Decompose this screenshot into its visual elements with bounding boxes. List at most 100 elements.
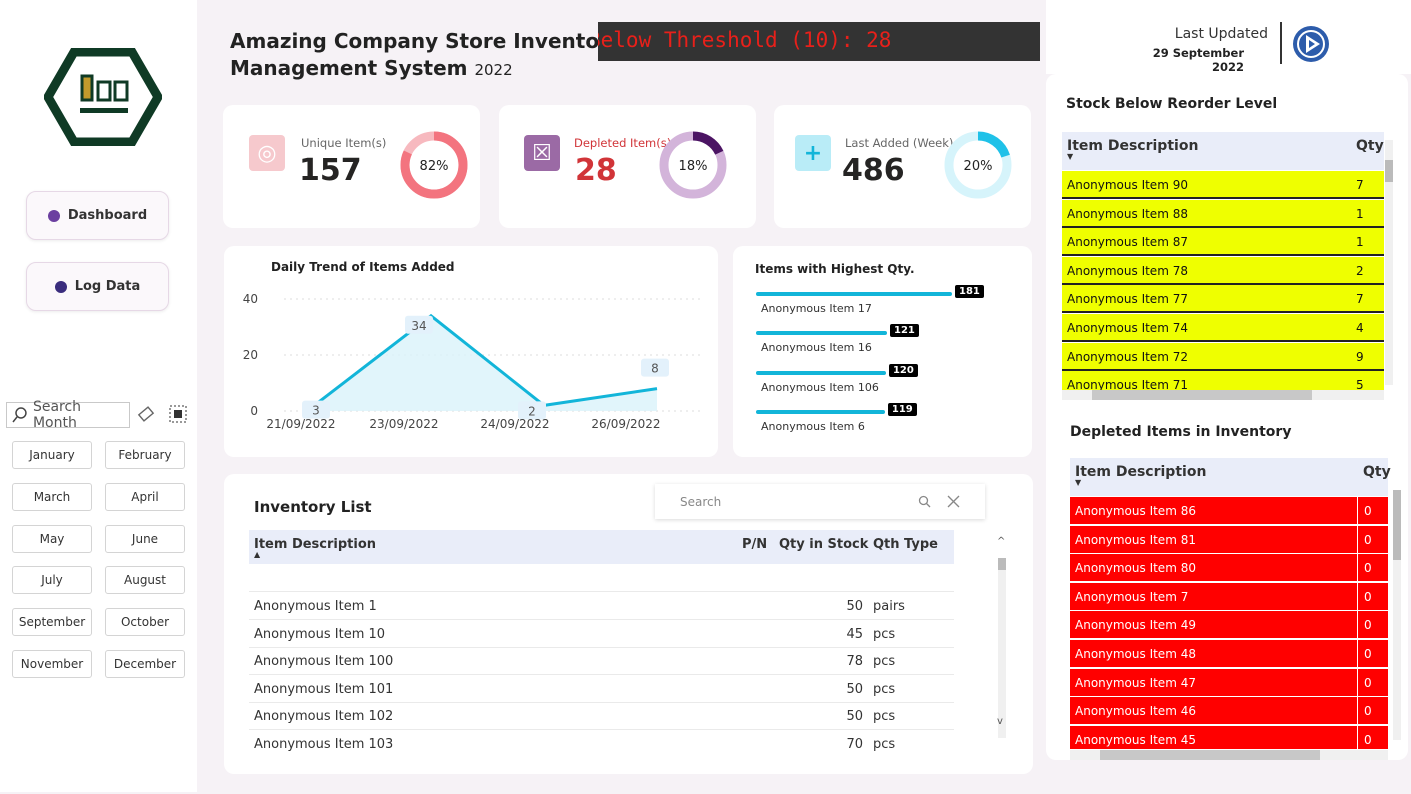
reorder-qty: 1: [1356, 235, 1364, 250]
inventory-scrollbar[interactable]: [998, 558, 1006, 738]
depleted-row[interactable]: Anonymous Item 46 0: [1070, 697, 1388, 726]
cell-type: pcs: [873, 736, 896, 752]
depleted-row[interactable]: Anonymous Item 80 0: [1070, 554, 1388, 583]
month-button-june[interactable]: June: [105, 524, 185, 553]
table-row[interactable]: Anonymous Item 101 50 pcs: [249, 681, 954, 708]
cell-item-description: Anonymous Item 102: [254, 709, 394, 724]
depleted-row[interactable]: Anonymous Item 45 0: [1070, 725, 1388, 754]
reorder-scrollbar-h[interactable]: [1062, 390, 1384, 400]
cell-qty: 70: [846, 736, 863, 752]
eraser-icon[interactable]: [136, 404, 156, 424]
depleted-row[interactable]: Anonymous Item 86 0: [1070, 497, 1388, 525]
col-qty-in-stock[interactable]: Qty in Stock: [779, 537, 868, 552]
search-icon: [12, 407, 27, 423]
qty-bar: [756, 331, 888, 336]
depleted-row[interactable]: Anonymous Item 7 0: [1070, 582, 1388, 611]
last-updated-date: 29 September 2022: [1152, 46, 1244, 74]
depleted-col-item[interactable]: Item Description: [1075, 464, 1206, 480]
kpi-label: Last Added (Week): [845, 136, 954, 150]
cell-item-description: Anonymous Item 10: [254, 626, 386, 642]
donut-percent: 18%: [679, 159, 708, 174]
inventory-search-input[interactable]: Search: [655, 484, 985, 519]
close-icon[interactable]: [947, 495, 960, 508]
qty-bar: [756, 370, 886, 375]
table-row[interactable]: Anonymous Item 100 78 pcs: [249, 653, 954, 680]
cell-item-description: Anonymous Item 100: [254, 654, 394, 669]
month-button-october[interactable]: October: [105, 608, 185, 637]
select-all-icon[interactable]: [168, 404, 188, 424]
sort-desc-icon[interactable]: ▼: [1067, 152, 1073, 161]
month-button-april[interactable]: April: [105, 482, 185, 511]
page-title: Amazing Company Store Inventory Manageme…: [230, 28, 622, 84]
reorder-col-qty[interactable]: Qty: [1356, 138, 1384, 154]
month-button-september[interactable]: September: [12, 608, 92, 637]
month-button-august[interactable]: August: [105, 566, 185, 595]
reorder-row[interactable]: Anonymous Item 90 7: [1062, 171, 1384, 199]
reorder-row[interactable]: Anonymous Item 72 9: [1062, 342, 1384, 371]
kpi-donut: 20%: [944, 131, 1012, 199]
reorder-row[interactable]: Anonymous Item 88 1: [1062, 199, 1384, 228]
reorder-table-header: Item Description ▼ Qty: [1062, 132, 1384, 170]
scroll-up-icon[interactable]: ^: [997, 536, 1005, 547]
column-divider: [1357, 640, 1358, 668]
column-divider: [1357, 611, 1358, 640]
depleted-row[interactable]: Anonymous Item 47 0: [1070, 668, 1388, 697]
cell-item-description: Anonymous Item 101: [254, 681, 394, 697]
table-row[interactable]: Anonymous Item 10 45 pcs: [249, 626, 954, 653]
month-button-february[interactable]: February: [105, 441, 185, 469]
month-button-november[interactable]: November: [12, 650, 92, 678]
depleted-qty: 0: [1364, 504, 1372, 518]
data-label: 34: [411, 319, 426, 333]
reorder-scrollbar-v[interactable]: [1385, 140, 1393, 385]
depleted-item: Anonymous Item 49: [1075, 618, 1196, 633]
col-item-description[interactable]: Item Description: [254, 537, 376, 552]
qty-bar-label: Anonymous Item 6: [761, 420, 865, 434]
col-pn[interactable]: P/N: [742, 537, 767, 552]
month-button-march[interactable]: March: [12, 482, 92, 511]
grid-icon: [47, 209, 60, 222]
y-tick-label: 20: [243, 348, 258, 362]
nav-log-data-button[interactable]: Log Data: [26, 262, 169, 311]
cell-item-description: Anonymous Item 1: [254, 599, 377, 614]
reorder-qty: 7: [1356, 178, 1364, 192]
reorder-row[interactable]: Anonymous Item 78 2: [1062, 256, 1384, 285]
cell-type: pcs: [873, 654, 896, 669]
month-button-december[interactable]: December: [105, 650, 185, 678]
table-row[interactable]: Anonymous Item 103 70 pcs: [249, 736, 954, 763]
depleted-scrollbar-h[interactable]: [1070, 750, 1388, 760]
nav-log-data-label: Log Data: [74, 279, 141, 294]
table-row[interactable]: Anonymous Item 102 50 pcs: [249, 708, 954, 735]
reorder-qty: 7: [1356, 292, 1364, 307]
reorder-row[interactable]: Anonymous Item 74 4: [1062, 314, 1384, 342]
month-button-may[interactable]: May: [12, 524, 92, 553]
column-divider: [1357, 582, 1358, 611]
nav-dashboard-button[interactable]: Dashboard: [26, 191, 169, 240]
sort-desc-icon[interactable]: ▼: [1075, 478, 1081, 487]
depleted-qty: 0: [1364, 675, 1372, 690]
table-row[interactable]: Anonymous Item 1 50 pairs: [249, 598, 954, 625]
month-button-january[interactable]: January: [12, 441, 92, 469]
sort-asc-icon[interactable]: ▲: [254, 550, 260, 559]
scroll-down-icon[interactable]: v: [997, 716, 1003, 727]
column-divider: [1357, 697, 1358, 726]
reorder-qty: 4: [1356, 321, 1364, 335]
kpi-donut: 82%: [400, 131, 468, 199]
reorder-row[interactable]: Anonymous Item 77 7: [1062, 285, 1384, 314]
qty-bar: [756, 410, 885, 415]
column-divider: [1357, 525, 1358, 554]
depleted-row[interactable]: Anonymous Item 49 0: [1070, 611, 1388, 640]
play-icon[interactable]: [1292, 25, 1330, 63]
depleted-row[interactable]: Anonymous Item 81 0: [1070, 525, 1388, 554]
reorder-row[interactable]: Anonymous Item 87 1: [1062, 228, 1384, 257]
month-search-input[interactable]: Search Month: [6, 399, 130, 431]
depleted-scrollbar-v[interactable]: [1393, 490, 1401, 740]
month-button-july[interactable]: July: [12, 566, 92, 595]
reorder-title: Stock Below Reorder Level: [1066, 96, 1278, 112]
col-qth-type[interactable]: Qth Type: [873, 537, 938, 552]
cell-type: pairs: [873, 599, 905, 614]
depleted-row[interactable]: Anonymous Item 48 0: [1070, 640, 1388, 668]
reorder-col-item[interactable]: Item Description: [1067, 138, 1198, 154]
title-line-1: Amazing Company Store Inventory: [230, 29, 622, 53]
depleted-col-qty[interactable]: Qty: [1363, 464, 1391, 480]
search-icon[interactable]: [918, 495, 931, 508]
